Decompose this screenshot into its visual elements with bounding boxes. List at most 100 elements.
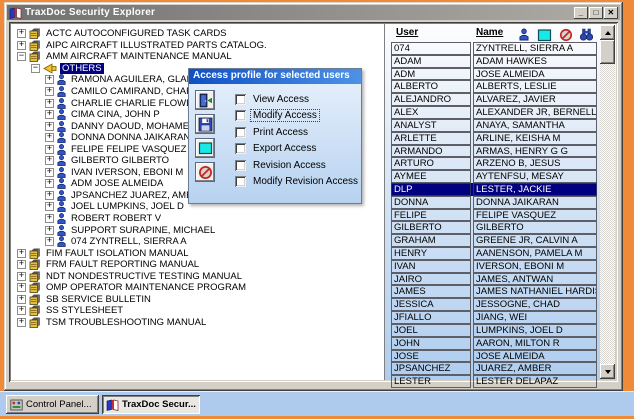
- checkbox-label[interactable]: Export Access: [251, 143, 318, 154]
- name-cell[interactable]: ANAYA, SAMANTHA: [473, 119, 597, 132]
- table-row[interactable]: ALEJANDROALVAREZ, JAVIER: [391, 93, 597, 106]
- name-cell[interactable]: JUAREZ, AMBER: [473, 362, 597, 375]
- checkbox-label[interactable]: View Access: [251, 94, 311, 105]
- user-cell[interactable]: ALBERTO: [391, 80, 471, 93]
- minimize-button[interactable]: _: [574, 7, 588, 19]
- tree-item-label[interactable]: JOEL LUMPKINS, JOEL D: [69, 201, 186, 212]
- tree-item[interactable]: +ACTC AUTOCONFIGURED TASK CARDS: [11, 28, 384, 40]
- tree-item-label[interactable]: FIM FAULT ISOLATION MANUAL: [44, 248, 191, 259]
- tree-item[interactable]: +OMP OPERATOR MAINTENANCE PROGRAM: [11, 282, 384, 294]
- tree-item-label[interactable]: AMM AIRCRAFT MAINTENANCE MANUAL: [44, 51, 234, 62]
- user-cell[interactable]: JOEL: [391, 324, 471, 337]
- table-row[interactable]: ADMJOSE ALMEIDA: [391, 68, 597, 81]
- tree-item-label[interactable]: SUPPORT SURAPINE, MICHAEL: [69, 225, 217, 236]
- table-row[interactable]: ARLETTEARLINE, KEISHA M: [391, 132, 597, 145]
- table-row[interactable]: FELIPEFELIPE VASQUEZ: [391, 209, 597, 222]
- tree-item-label[interactable]: FELIPE FELIPE VASQUEZ: [69, 144, 188, 155]
- expand-icon[interactable]: +: [45, 191, 54, 200]
- expand-icon[interactable]: +: [45, 214, 54, 223]
- checkbox[interactable]: [235, 143, 246, 154]
- tree-item[interactable]: + SUPPORT SURAPINE, MICHAEL: [11, 224, 384, 236]
- expand-icon[interactable]: +: [45, 202, 54, 211]
- expand-icon[interactable]: +: [45, 75, 54, 84]
- expand-icon[interactable]: +: [45, 87, 54, 96]
- tree-item[interactable]: +SS STYLESHEET: [11, 305, 384, 317]
- name-cell[interactable]: JAMES NATHANIEL HARDISON II: [473, 285, 597, 298]
- find-icon[interactable]: [579, 28, 594, 41]
- tree-item-label[interactable]: NDT NONDESTRUCTIVE TESTING MANUAL: [44, 271, 244, 282]
- table-row[interactable]: GILBERTOGILBERTO: [391, 221, 597, 234]
- name-cell[interactable]: JIANG, WEI: [473, 311, 597, 324]
- checkbox[interactable]: [235, 176, 246, 187]
- name-cell[interactable]: AANENSON, PAMELA M: [473, 247, 597, 260]
- tree-item-label[interactable]: CHARLIE CHARLIE FLOWERS: [69, 98, 208, 109]
- checkbox[interactable]: [235, 160, 246, 171]
- table-row[interactable]: ALEXALEXANDER JR, BERNELL J: [391, 106, 597, 119]
- user-cell[interactable]: ALEX: [391, 106, 471, 119]
- user-cell[interactable]: ALEJANDRO: [391, 93, 471, 106]
- tree-item-label[interactable]: OTHERS: [60, 63, 104, 74]
- expand-icon[interactable]: +: [45, 156, 54, 165]
- name-cell[interactable]: DONNA JAIKARAN: [473, 196, 597, 209]
- name-cell[interactable]: IVERSON, EBONI M: [473, 260, 597, 273]
- user-cell[interactable]: AYMEE: [391, 170, 471, 183]
- user-cell[interactable]: ANALYST: [391, 119, 471, 132]
- name-cell[interactable]: AARON, MILTON R: [473, 337, 597, 350]
- user-cell[interactable]: JOHN: [391, 337, 471, 350]
- name-cell[interactable]: ARZENO B, JESUS: [473, 157, 597, 170]
- name-cell[interactable]: ALBERTS, LESLIE: [473, 80, 597, 93]
- tree-item-label[interactable]: SB SERVICE BULLETIN: [44, 294, 153, 305]
- maximize-button[interactable]: □: [589, 7, 603, 19]
- expand-icon[interactable]: +: [45, 99, 54, 108]
- user-cell[interactable]: ARTURO: [391, 157, 471, 170]
- tree-item-label[interactable]: TSM TROUBLESHOOTING MANUAL: [44, 317, 208, 328]
- table-row[interactable]: HENRYAANENSON, PAMELA M: [391, 247, 597, 260]
- table-row[interactable]: 074ZYNTRELL, SIERRA A: [391, 42, 597, 55]
- tree-item-label[interactable]: DONNA DONNA JAIKARAN: [69, 132, 192, 143]
- user-cell[interactable]: ADAM: [391, 55, 471, 68]
- user-icon[interactable]: [516, 28, 531, 41]
- tree-item[interactable]: − AMM AIRCRAFT MAINTENANCE MANUAL: [11, 51, 384, 63]
- tree-item-label[interactable]: FRM FAULT REPORTING MANUAL: [44, 259, 201, 270]
- select-all-icon[interactable]: [537, 28, 552, 41]
- name-cell[interactable]: ALEXANDER JR, BERNELL J: [473, 106, 597, 119]
- table-row[interactable]: JPSANCHEZJUAREZ, AMBER: [391, 362, 597, 375]
- name-cell[interactable]: ADAM HAWKES: [473, 55, 597, 68]
- name-cell[interactable]: LUMPKINS, JOEL D: [473, 324, 597, 337]
- expand-icon[interactable]: +: [45, 226, 54, 235]
- column-header-user[interactable]: User: [396, 27, 476, 38]
- name-cell[interactable]: ARLINE, KEISHA M: [473, 132, 597, 145]
- tree-item-label[interactable]: DANNY DAOUD, MOHAMED: [69, 121, 198, 132]
- tree-item-label[interactable]: CIMA CINA, JOHN P: [69, 109, 162, 120]
- table-row[interactable]: JFIALLOJIANG, WEI: [391, 311, 597, 324]
- cancel-button[interactable]: [195, 162, 215, 182]
- tree-item-label[interactable]: ROBERT ROBERT V: [69, 213, 163, 224]
- expand-icon[interactable]: +: [17, 249, 26, 258]
- name-cell[interactable]: ZYNTRELL, SIERRA A: [473, 42, 597, 55]
- name-cell[interactable]: ARMAS, HENRY G G: [473, 145, 597, 158]
- expand-icon[interactable]: +: [17, 295, 26, 304]
- expand-icon[interactable]: +: [17, 41, 26, 50]
- name-cell[interactable]: JAMES, ANTWAN: [473, 273, 597, 286]
- table-row[interactable]: LESTERLESTER DELAPAZ: [391, 375, 597, 388]
- expand-icon[interactable]: +: [45, 237, 54, 246]
- user-cell[interactable]: JPSANCHEZ: [391, 362, 471, 375]
- taskbar-button[interactable]: Control Panel...: [6, 395, 99, 414]
- checkbox[interactable]: [235, 127, 246, 138]
- table-row[interactable]: JAMESJAMES NATHANIEL HARDISON II: [391, 285, 597, 298]
- table-row[interactable]: ALBERTOALBERTS, LESLIE: [391, 80, 597, 93]
- tree-item-label[interactable]: JPSANCHEZ JUAREZ, AMBER: [69, 190, 208, 201]
- tree-item[interactable]: + FIM FAULT ISOLATION MANUAL: [11, 247, 384, 259]
- checkbox-label[interactable]: Revision Access: [251, 160, 328, 171]
- user-cell[interactable]: JESSICA: [391, 298, 471, 311]
- tree-item-label[interactable]: SS STYLESHEET: [44, 305, 125, 316]
- tree-item[interactable]: + SB SERVICE BULLETIN: [11, 294, 384, 306]
- collapse-icon[interactable]: −: [17, 52, 26, 61]
- titlebar[interactable]: TraxDoc Security Explorer _□✕: [7, 5, 620, 20]
- select-all-button[interactable]: [195, 138, 215, 158]
- table-row[interactable]: JOSEJOSE ALMEIDA: [391, 350, 597, 363]
- scrollbar-thumb[interactable]: [600, 40, 615, 64]
- collapse-icon[interactable]: −: [31, 64, 40, 73]
- tree-item[interactable]: +NDT NONDESTRUCTIVE TESTING MANUAL: [11, 270, 384, 282]
- table-row[interactable]: ADAMADAM HAWKES: [391, 55, 597, 68]
